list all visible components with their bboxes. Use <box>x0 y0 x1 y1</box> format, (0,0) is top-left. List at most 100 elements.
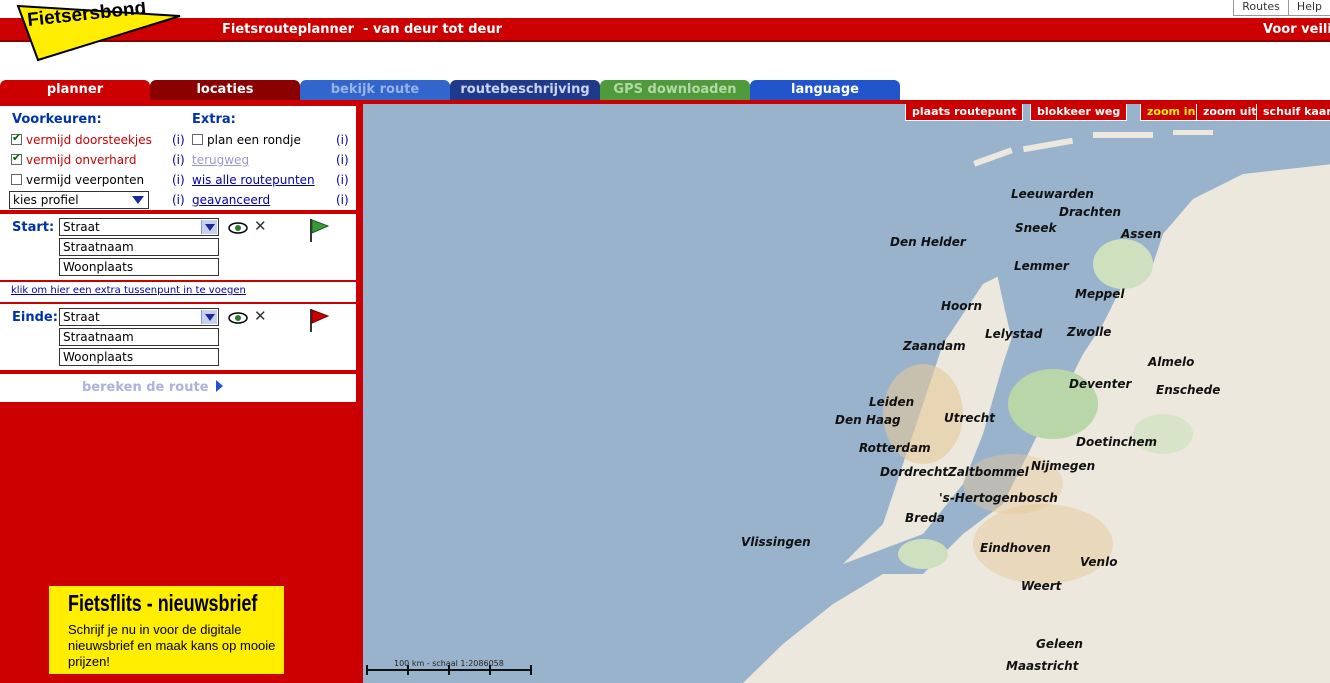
city-label: Lelystad <box>985 327 1043 341</box>
chevron-down-icon <box>201 220 217 234</box>
newsletter-title: Fietsflits - nieuwsbrief <box>68 590 258 616</box>
eye-icon[interactable] <box>228 222 248 234</box>
city-label: Meppel <box>1075 287 1125 301</box>
blokkeer-weg-button[interactable]: blokkeer weg <box>1030 104 1128 121</box>
city-label: Den Helder <box>890 235 966 249</box>
fietsersbond-logo[interactable]: Fietsersbond <box>14 2 184 62</box>
main-tabs: planner locaties bekijk route routebesch… <box>0 80 900 100</box>
city-label: Enschede <box>1156 383 1221 397</box>
bereken-route-button[interactable]: bereken de route <box>82 380 224 395</box>
info-doorsteekjes[interactable]: (i) <box>172 133 185 147</box>
newsletter-banner[interactable]: Fietsflits - nieuwsbrief Schrijf je nu i… <box>49 586 284 674</box>
onverhard-checkbox[interactable] <box>11 151 22 165</box>
info-profiel[interactable]: (i) <box>172 193 185 207</box>
green-flag-icon <box>310 219 330 242</box>
clear-einde-icon[interactable]: ✕ <box>254 307 267 325</box>
veerponten-label: vermijd veerponten <box>26 173 145 187</box>
terugweg-link[interactable]: terugweg <box>192 153 249 167</box>
scale-tick <box>530 665 532 675</box>
route-map[interactable]: plaats routepunt blokkeer weg zoom in zo… <box>360 104 1330 683</box>
city-label: Deventer <box>1069 377 1132 391</box>
tab-language[interactable]: language <box>750 80 900 100</box>
scale-tick <box>407 665 409 675</box>
help-link[interactable]: Help <box>1287 0 1330 16</box>
city-label: Hoorn <box>941 299 982 313</box>
wis-routepunten-link[interactable]: wis alle routepunten <box>192 173 315 187</box>
play-arrow-icon <box>216 380 224 392</box>
info-onverhard[interactable]: (i) <box>172 153 185 167</box>
routes-link[interactable]: Routes <box>1233 0 1288 16</box>
zoom-uit-button[interactable]: zoom uit <box>1196 104 1264 121</box>
info-rondje[interactable]: (i) <box>336 133 349 147</box>
pref-doorsteekjes[interactable]: vermijd doorsteekjes <box>11 131 152 147</box>
schuif-kaart-button[interactable]: schuif kaart <box>1256 104 1330 121</box>
add-tussenpunt-link[interactable]: klik om hier een extra tussenpunt in te … <box>11 285 246 296</box>
city-label: Zaandam <box>903 339 966 353</box>
city-label: Rotterdam <box>859 441 931 455</box>
city-label: Nijmegen <box>1031 459 1096 473</box>
start-type-select[interactable]: Straat <box>59 218 219 236</box>
city-label: Den Haag <box>835 413 901 427</box>
city-label: Lemmer <box>1014 259 1069 273</box>
extra-rondje[interactable]: plan een rondje <box>192 133 301 147</box>
land-south <box>743 574 923 683</box>
city-label: Sneek <box>1015 221 1057 235</box>
info-veerponten[interactable]: (i) <box>172 173 185 187</box>
profiel-select[interactable]: kies profiel <box>9 191 149 209</box>
pref-veerponten[interactable]: vermijd veerponten <box>11 173 144 187</box>
city-label: Leeuwarden <box>1011 187 1094 201</box>
pref-onverhard[interactable]: vermijd onverhard <box>11 151 136 167</box>
city-label: Vlissingen <box>741 535 811 549</box>
city-label: Geleen <box>1036 637 1083 651</box>
doorsteekjes-checkbox[interactable] <box>11 131 22 145</box>
newsletter-text: Schrijf je nu in voor de digitale nieuws… <box>68 622 276 669</box>
start-city-input[interactable]: Woonplaats <box>59 258 219 276</box>
tussenpunt-box: klik om hier een extra tussenpunt in te … <box>0 282 356 302</box>
profiel-select-value: kies profiel <box>13 193 79 207</box>
start-street-input[interactable]: Straatnaam <box>59 238 219 256</box>
info-terugweg[interactable]: (i) <box>336 153 349 167</box>
einde-type-value: Straat <box>63 310 100 324</box>
zoom-in-button[interactable]: zoom in <box>1140 104 1203 121</box>
plaats-routepunt-button[interactable]: plaats routepunt <box>905 104 1024 121</box>
city-label: Zaltbommel <box>948 465 1029 479</box>
city-label: Utrecht <box>944 411 995 425</box>
island <box>1093 132 1153 138</box>
city-label: Zwolle <box>1067 325 1112 339</box>
bereken-box: bereken de route <box>0 374 356 402</box>
rondje-label: plan een rondje <box>207 133 301 147</box>
city-label: Assen <box>1121 227 1162 241</box>
voorkeuren-label: Voorkeuren: <box>12 112 102 127</box>
start-box: Start: Straat Straatnaam Woonplaats ✕ <box>0 214 356 280</box>
city-label: Weert <box>1021 579 1062 593</box>
einde-city-input[interactable]: Woonplaats <box>59 348 219 366</box>
clear-start-icon[interactable]: ✕ <box>254 217 267 235</box>
tab-bekijk-route[interactable]: bekijk route <box>300 80 450 100</box>
scale-tick <box>448 665 450 675</box>
header-bar: Fietsrouteplanner - van deur tot deur Vo… <box>0 18 1330 42</box>
chevron-down-icon <box>201 310 217 324</box>
info-wis[interactable]: (i) <box>336 173 349 187</box>
island <box>1173 130 1213 135</box>
einde-street-input[interactable]: Straatnaam <box>59 328 219 346</box>
einde-type-select[interactable]: Straat <box>59 308 219 326</box>
scale-tick <box>489 665 491 675</box>
doorsteekjes-label: vermijd doorsteekjes <box>26 133 152 147</box>
red-flag-icon <box>310 309 330 332</box>
eye-icon[interactable] <box>228 312 248 324</box>
city-label: Drachten <box>1059 205 1122 219</box>
tab-routebeschrijving[interactable]: routebeschrijving <box>450 80 600 100</box>
chevron-down-icon <box>132 196 144 204</box>
veerponten-checkbox[interactable] <box>11 174 22 185</box>
city-label: Almelo <box>1148 355 1195 369</box>
planner-panel: Voorkeuren: Extra: vermijd doorsteekjes … <box>0 104 360 683</box>
einde-box: Einde: Straat Straatnaam Woonplaats ✕ <box>0 304 356 370</box>
tab-planner[interactable]: planner <box>0 80 150 100</box>
tab-gps-downloaden[interactable]: GPS downloaden <box>600 80 750 100</box>
geavanceerd-link[interactable]: geavanceerd <box>192 193 270 207</box>
tab-locaties[interactable]: locaties <box>150 80 300 100</box>
city-label: Breda <box>905 511 945 525</box>
city-label: Venlo <box>1080 555 1118 569</box>
rondje-checkbox[interactable] <box>192 134 203 145</box>
info-geavanceerd[interactable]: (i) <box>336 193 349 207</box>
